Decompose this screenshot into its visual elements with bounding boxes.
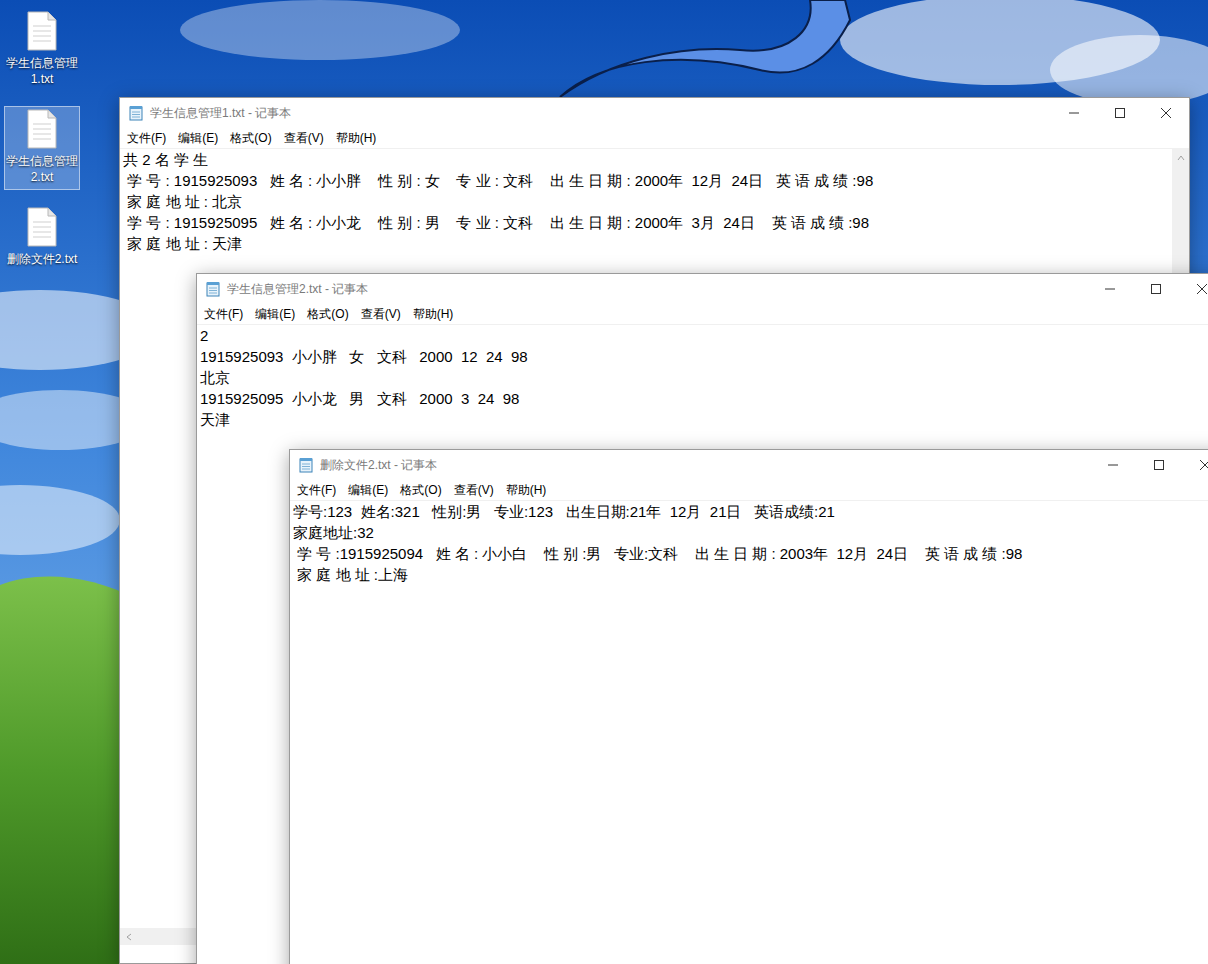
desktop-icon[interactable]: 删除文件2.txt (4, 204, 80, 272)
menu-bar: 文件(F)编辑(E)格式(O)查看(V)帮助(H) (120, 128, 1189, 149)
text-line[interactable]: 共 2 名 学 生 (123, 149, 1189, 170)
window-button[interactable] (1133, 274, 1179, 304)
maximize-icon[interactable] (1151, 284, 1161, 294)
title-bar[interactable]: 删除文件2.txt - 记事本 (290, 450, 1208, 480)
text-area[interactable]: 学号:123 姓名:321 性别:男 专业:123 出生日期:21年 12月 2… (290, 501, 1208, 964)
file-icon[interactable] (26, 207, 58, 247)
menu-item[interactable]: 编辑(E) (172, 128, 224, 148)
desktop-icons: 学生信息管理1.txt学生信息管理2.txt删除文件2.txt (4, 8, 80, 272)
notepad-icon (298, 457, 314, 473)
menu-item[interactable]: 查看(V) (355, 304, 407, 324)
text-line[interactable]: 学 号 :1915925094 姓 名 : 小小白 性 别 :男 专业:文科 出… (293, 543, 1208, 564)
notepad-icon (128, 105, 144, 121)
title-bar[interactable]: 学生信息管理1.txt - 记事本 (120, 98, 1189, 128)
desktop-icon[interactable]: 学生信息管理2.txt (4, 106, 80, 190)
window-controls (1087, 274, 1208, 304)
close-icon[interactable] (1161, 108, 1171, 118)
minimize-icon[interactable] (1069, 108, 1079, 118)
text-line[interactable]: 家庭地址:32 (293, 522, 1208, 543)
icon-label[interactable]: 2.txt (31, 169, 54, 185)
text-line[interactable]: 学号:123 姓名:321 性别:男 专业:123 出生日期:21年 12月 2… (293, 501, 1208, 522)
window-title: 学生信息管理1.txt - 记事本 (150, 104, 1051, 122)
window-button[interactable] (1097, 98, 1143, 128)
window-title: 学生信息管理2.txt - 记事本 (227, 280, 1087, 298)
menu-item[interactable]: 文件(F) (291, 480, 342, 500)
close-icon[interactable] (1197, 284, 1207, 294)
menu-item[interactable]: 格式(O) (224, 128, 277, 148)
menu-item[interactable]: 格式(O) (301, 304, 354, 324)
menu-item[interactable]: 文件(F) (121, 128, 172, 148)
text-line[interactable]: 天津 (200, 409, 1208, 430)
menu-item[interactable]: 文件(F) (198, 304, 249, 324)
minimize-icon[interactable] (1108, 460, 1118, 470)
maximize-icon[interactable] (1115, 108, 1125, 118)
window-controls (1051, 98, 1189, 128)
scroll-left-icon[interactable] (125, 933, 133, 941)
text-line[interactable]: 2 (200, 325, 1208, 346)
text-line[interactable]: 家 庭 地 址 : 天津 (123, 233, 1189, 254)
window-button[interactable] (1051, 98, 1097, 128)
window-title: 删除文件2.txt - 记事本 (320, 456, 1090, 474)
icon-label[interactable]: 学生信息管理 (6, 153, 78, 169)
window-button[interactable] (1087, 274, 1133, 304)
menu-item[interactable]: 帮助(H) (500, 480, 553, 500)
window-button[interactable] (1179, 274, 1208, 304)
icon-label[interactable]: 删除文件2.txt (7, 251, 78, 267)
menu-item[interactable]: 查看(V) (278, 128, 330, 148)
window-button[interactable] (1182, 450, 1208, 480)
maximize-icon[interactable] (1154, 460, 1164, 470)
file-icon[interactable] (26, 109, 58, 149)
icon-label[interactable]: 学生信息管理 (6, 55, 78, 71)
window-button[interactable] (1136, 450, 1182, 480)
notepad-window[interactable]: 删除文件2.txt - 记事本文件(F)编辑(E)格式(O)查看(V)帮助(H)… (289, 449, 1208, 964)
menu-item[interactable]: 帮助(H) (407, 304, 460, 324)
menu-item[interactable]: 查看(V) (448, 480, 500, 500)
text-line[interactable]: 学 号 : 1915925093 姓 名 : 小小胖 性 别 : 女 专 业 :… (123, 170, 1189, 191)
scroll-up-icon[interactable] (1177, 154, 1185, 162)
menu-bar: 文件(F)编辑(E)格式(O)查看(V)帮助(H) (290, 480, 1208, 501)
window-button[interactable] (1143, 98, 1189, 128)
text-line[interactable]: 学 号 : 1915925095 姓 名 : 小小龙 性 别 : 男 专 业 :… (123, 212, 1189, 233)
icon-label[interactable]: 1.txt (31, 71, 54, 87)
text-line[interactable]: 家 庭 地 址 :上海 (293, 564, 1208, 585)
windows: 学生信息管理1.txt - 记事本文件(F)编辑(E)格式(O)查看(V)帮助(… (0, 0, 1208, 964)
menu-item[interactable]: 编辑(E) (342, 480, 394, 500)
title-bar[interactable]: 学生信息管理2.txt - 记事本 (197, 274, 1208, 304)
text-line[interactable]: 1915925095 小小龙 男 文科 2000 3 24 98 (200, 388, 1208, 409)
close-icon[interactable] (1200, 460, 1208, 470)
text-line[interactable]: 1915925093 小小胖 女 文科 2000 12 24 98 (200, 346, 1208, 367)
menu-item[interactable]: 帮助(H) (330, 128, 383, 148)
desktop-icon[interactable]: 学生信息管理1.txt (4, 8, 80, 92)
window-controls (1090, 450, 1208, 480)
window-button[interactable] (1090, 450, 1136, 480)
menu-bar: 文件(F)编辑(E)格式(O)查看(V)帮助(H) (197, 304, 1208, 325)
file-icon[interactable] (26, 11, 58, 51)
menu-item[interactable]: 编辑(E) (249, 304, 301, 324)
menu-item[interactable]: 格式(O) (394, 480, 447, 500)
text-line[interactable]: 北京 (200, 367, 1208, 388)
minimize-icon[interactable] (1105, 284, 1115, 294)
notepad-icon (205, 281, 221, 297)
text-line[interactable]: 家 庭 地 址 : 北京 (123, 191, 1189, 212)
